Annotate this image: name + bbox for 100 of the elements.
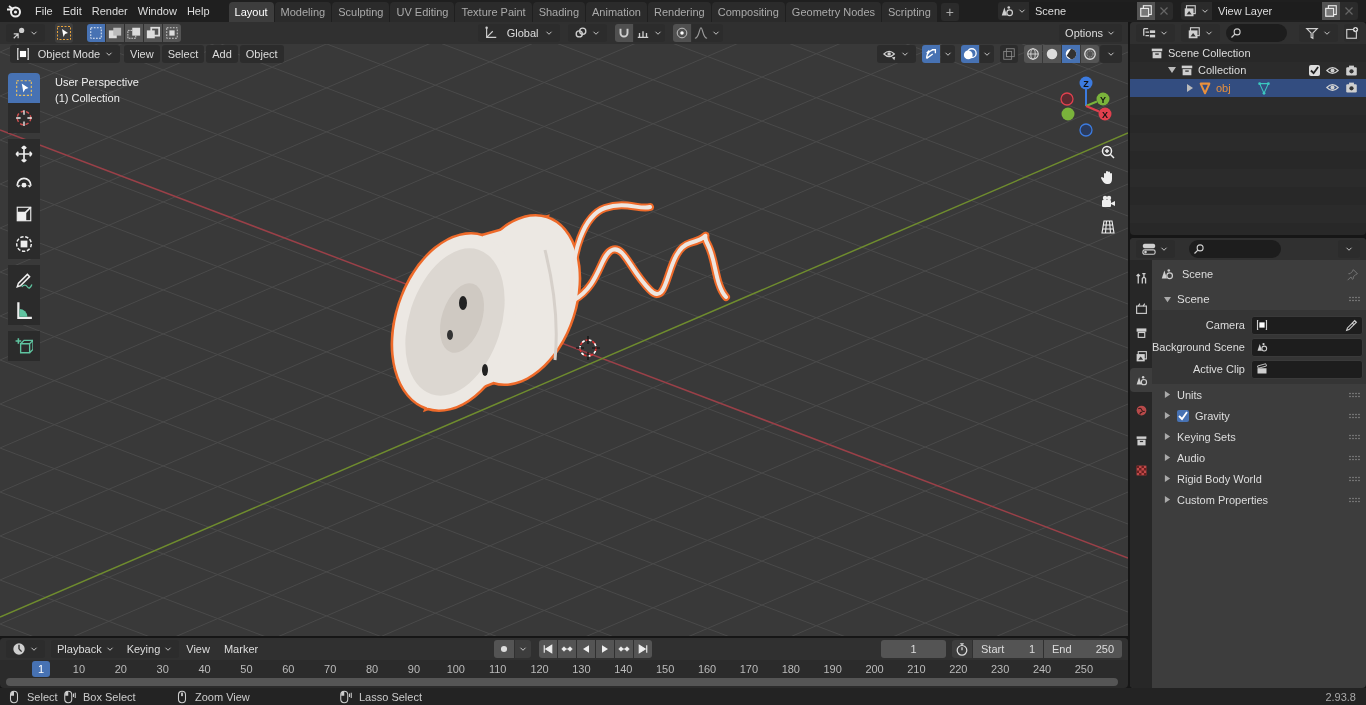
expand-arrow-icon[interactable] [1186, 83, 1194, 92]
workspace-tab[interactable]: Compositing [711, 2, 785, 22]
panel-header[interactable]: Custom Properties [1158, 489, 1366, 510]
active-tool-button[interactable] [55, 23, 73, 43]
menu-item[interactable]: Select [161, 45, 205, 63]
display-mode-button[interactable] [1136, 24, 1175, 42]
menu-item[interactable]: Help [181, 1, 215, 21]
camera-icon[interactable] [1345, 81, 1358, 95]
end-frame-field[interactable]: End 250 [1044, 640, 1122, 658]
drag-handle-icon[interactable] [1348, 475, 1361, 482]
collapse-arrow-icon[interactable] [1168, 66, 1176, 75]
current-frame-field[interactable]: 1 [881, 640, 946, 658]
play-reverse-button[interactable] [577, 640, 596, 658]
workspace-tab[interactable]: Animation [586, 2, 647, 22]
record-button[interactable] [494, 640, 515, 658]
panel-header[interactable]: Keying Sets [1158, 426, 1366, 447]
workspace-tab[interactable]: Modeling [274, 2, 332, 22]
panel-header[interactable]: Gravity [1158, 405, 1366, 426]
workspace-tab[interactable]: Sculpting [332, 2, 390, 22]
snap-mode-button[interactable] [633, 24, 665, 42]
expand-arrow-icon[interactable] [1164, 433, 1171, 440]
workspace-tab[interactable]: Shading [532, 2, 586, 22]
workspace-tab[interactable]: Geometry Nodes [785, 2, 881, 22]
drag-handle-icon[interactable] [1348, 296, 1361, 302]
copy-button[interactable] [1322, 2, 1340, 20]
menu-dropdown[interactable]: Keying [120, 640, 180, 658]
scene-type-button[interactable] [998, 2, 1029, 20]
menu-item[interactable]: Window [132, 1, 182, 21]
filter-button[interactable] [1299, 24, 1338, 42]
expand-arrow-icon[interactable] [1164, 412, 1171, 419]
value-field[interactable] [1250, 315, 1363, 335]
pivot-point-button[interactable] [567, 24, 607, 42]
proportional-edit-toggle[interactable] [672, 24, 691, 42]
workspace-tab[interactable]: Texture Paint [455, 2, 532, 22]
menu-item[interactable]: Render [86, 1, 133, 21]
shading-mode-button[interactable] [1081, 45, 1099, 63]
drag-handle-icon[interactable] [1348, 454, 1361, 461]
view-filter-button[interactable] [1181, 24, 1220, 42]
search-field[interactable] [1189, 240, 1281, 258]
tool-button[interactable] [8, 331, 40, 361]
menu-item[interactable]: Edit [57, 1, 87, 21]
tool-button[interactable] [8, 265, 40, 295]
workspace-tab[interactable]: Layout [228, 2, 274, 22]
menu-item[interactable]: File [30, 1, 58, 21]
preview-range-toggle[interactable] [952, 640, 972, 658]
workspace-tab[interactable]: Scripting [882, 2, 937, 22]
panel-header[interactable]: Units [1158, 384, 1366, 405]
view-layer-type-button[interactable] [1181, 2, 1212, 20]
workspace-tab[interactable]: Rendering [647, 2, 711, 22]
drag-handle-icon[interactable] [1348, 496, 1361, 503]
selection-mode-button[interactable] [87, 24, 105, 42]
selection-mode-button[interactable] [106, 24, 124, 42]
menu-dropdown[interactable]: Playback [51, 640, 121, 658]
expand-arrow-icon[interactable] [1164, 475, 1171, 482]
add-workspace-button[interactable]: + [940, 3, 959, 21]
collapse-arrow-icon[interactable] [1164, 295, 1171, 303]
new-collection-button[interactable] [1344, 24, 1360, 42]
menu-item[interactable]: View [124, 45, 160, 63]
workspace-tab[interactable]: UV Editing [390, 2, 455, 22]
outliner-row[interactable]: Scene Collection [1130, 44, 1366, 62]
jump-to-end-button[interactable] [634, 640, 653, 658]
expand-arrow-icon[interactable] [1164, 496, 1171, 503]
drag-handle-icon[interactable] [1348, 433, 1361, 440]
falloff-button[interactable] [691, 24, 723, 42]
tool-button[interactable] [8, 103, 40, 133]
options-dropdown[interactable]: Options [1059, 24, 1122, 42]
editor-type-button[interactable] [6, 640, 45, 658]
blender-logo-icon[interactable] [6, 3, 22, 19]
next-keyframe-button[interactable] [615, 640, 634, 658]
start-frame-field[interactable]: Start 1 [973, 640, 1043, 658]
gizmo-toggle[interactable] [922, 45, 940, 63]
tool-button[interactable] [8, 139, 40, 169]
editor-type-button[interactable] [6, 24, 45, 42]
xray-toggle[interactable] [1000, 45, 1018, 63]
tool-button[interactable] [8, 295, 40, 325]
play-button[interactable] [596, 640, 615, 658]
properties-tab[interactable] [1130, 368, 1152, 392]
overlay-toggle[interactable] [961, 45, 979, 63]
shading-mode-button[interactable] [1062, 45, 1080, 63]
selection-mode-button[interactable] [144, 24, 162, 42]
playhead[interactable]: 1 [32, 661, 50, 677]
drag-handle-icon[interactable] [1348, 412, 1361, 419]
value-field[interactable] [1250, 337, 1363, 357]
orientation-dropdown[interactable]: Global [477, 24, 560, 42]
horizontal-scrollbar[interactable] [6, 678, 1118, 686]
navigation-gizmo[interactable]: Z Y X [1060, 76, 1112, 137]
menu-item[interactable]: Marker [216, 640, 266, 658]
visibility-dropdown[interactable] [877, 45, 916, 63]
camera-icon[interactable] [1345, 63, 1358, 77]
checkbox[interactable] [1177, 409, 1189, 422]
shading-mode-button[interactable] [1043, 45, 1061, 63]
selection-mode-button[interactable] [125, 24, 143, 42]
mode-dropdown[interactable]: Object Mode [10, 45, 120, 63]
previous-keyframe-button[interactable] [558, 640, 577, 658]
expand-arrow-icon[interactable] [1164, 391, 1171, 398]
exclude-checkbox[interactable] [1309, 64, 1320, 76]
menu-item[interactable]: View [179, 640, 217, 658]
editor-type-button[interactable] [1136, 240, 1175, 258]
search-field[interactable] [1226, 24, 1287, 42]
value-field[interactable] [1250, 359, 1363, 379]
